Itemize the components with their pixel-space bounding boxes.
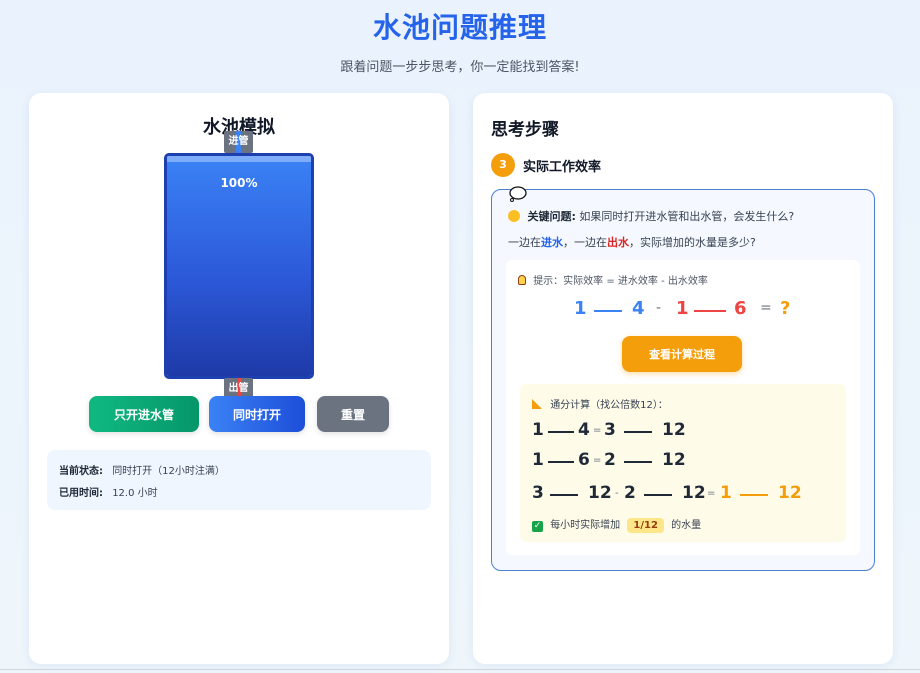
question-detail: 一边在进水，一边在出水，实际增加的水量是多少? [508, 236, 756, 249]
calculation-panel: 通分计算（找公倍数12）： 1 4 = 3 12 1 6 = 2 12 3 12… [520, 384, 846, 542]
result-badge: 1/12 [627, 518, 664, 533]
status-state-label: 当前状态: [59, 466, 103, 477]
inflow-highlight: 进水 [541, 236, 563, 249]
water-tank: 100% [164, 153, 314, 379]
thinking-face-icon [508, 210, 520, 222]
check-icon: ✓ [532, 521, 543, 532]
bottom-divider [0, 669, 920, 670]
status-time-label: 已用时间: [59, 488, 103, 499]
status-state-value: 同时打开（12小时注满） [112, 466, 225, 477]
hint-text: 提示：实际效率 = 进水效率 - 出水效率 [533, 276, 708, 287]
unknown-result: ? [780, 298, 791, 319]
hint-text-row: 提示：实际效率 = 进水效率 - 出水效率 [518, 272, 708, 287]
outflow-highlight: 出水 [607, 236, 629, 249]
triangle-ruler-icon [532, 399, 542, 409]
lightbulb-icon [518, 275, 526, 285]
water-level-text: 100% [220, 176, 258, 190]
calc-row-2: 1 6 = 2 12 [532, 450, 686, 470]
inlet-only-button[interactable]: 只开进水管 [89, 396, 199, 432]
calculation-title-row: 通分计算（找公倍数12）： [532, 396, 668, 411]
key-question: 关键问题: 如果同时打开进水管和出水管，会发生什么? [508, 208, 794, 224]
efficiency-formula: 1 4 - 1 6 = ? [574, 298, 791, 319]
key-question-text: 如果同时打开进水管和出水管，会发生什么? [579, 210, 795, 223]
status-time-row: 已用时间: 12.0 小时 [59, 484, 158, 499]
hint-panel: 提示：实际效率 = 进水效率 - 出水效率 1 4 - 1 6 = ? 查看计算… [506, 260, 860, 555]
both-open-button[interactable]: 同时打开 [209, 396, 305, 432]
page-header: 水池问题推理 跟着问题一步步思考，你一定能找到答案! [0, 0, 920, 75]
status-state-row: 当前状态: 同时打开（12小时注满） [59, 462, 225, 477]
minus-sign: - [656, 300, 662, 316]
simulation-card: 水池模拟 进管 100% 出管 只开进水管 同时打开 重置 当前状态: 同时打开… [29, 93, 449, 664]
equals-sign: = [760, 300, 772, 316]
reset-button[interactable]: 重置 [317, 396, 389, 432]
thought-bubble-icon [508, 186, 528, 206]
calc-row-1: 1 4 = 3 12 [532, 420, 686, 440]
calc-result-line: ✓ 每小时实际增加 1/12 的水量 [532, 518, 702, 533]
status-panel: 当前状态: 同时打开（12小时注满） 已用时间: 12.0 小时 [47, 450, 431, 510]
show-calculation-button[interactable]: 查看计算过程 [622, 336, 742, 372]
steps-title: 思考步骤 [491, 120, 559, 140]
step-content-box: 关键问题: 如果同时打开进水管和出水管，会发生什么? 一边在进水，一边在出水，实… [491, 186, 875, 571]
calculation-title: 通分计算（找公倍数12）： [550, 400, 668, 411]
calc-row-3: 3 12 - 2 12 = 1 12 [532, 483, 802, 503]
step-number-badge: 3 [491, 153, 515, 177]
step-label: 实际工作效率 [523, 160, 602, 175]
page-subtitle: 跟着问题一步步思考，你一定能找到答案! [340, 60, 580, 75]
water-fill: 100% [167, 156, 311, 376]
inlet-pipe: 进管 [224, 131, 253, 153]
water-surface [167, 156, 311, 162]
page-title: 水池问题推理 [372, 11, 547, 44]
status-time-value: 12.0 小时 [112, 488, 158, 499]
steps-card: 思考步骤 3 实际工作效率 关键问题: 如果同时打开进水管和出水管，会发生什么?… [473, 93, 893, 664]
key-question-label: 关键问题: [527, 210, 576, 223]
inlet-pipe-label: 进管 [228, 136, 249, 147]
outlet-pipe-label: 出管 [228, 383, 249, 394]
